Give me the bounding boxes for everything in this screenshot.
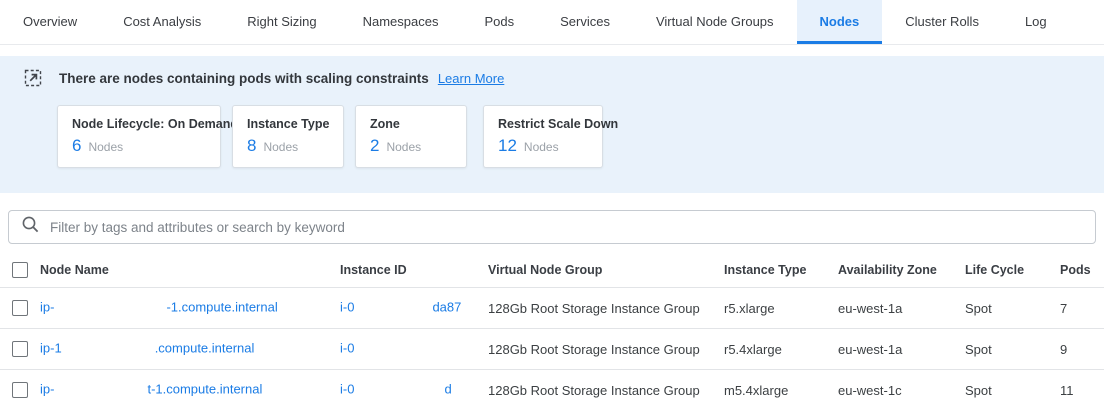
pods-cell: 7	[1060, 301, 1104, 316]
constraint-card-instance-type[interactable]: Instance Type 8 Nodes	[232, 105, 344, 168]
table-row: ip-1.compute.internal i-0 128Gb Root Sto…	[0, 329, 1104, 370]
col-availability-zone: Availability Zone	[838, 263, 965, 277]
filter-search-bar	[8, 210, 1096, 244]
instance-id-link[interactable]: i-0d	[340, 380, 488, 400]
tab-bar: Overview Cost Analysis Right Sizing Name…	[0, 0, 1104, 45]
instance-type-cell: r5.xlarge	[724, 301, 838, 316]
pods-cell: 9	[1060, 342, 1104, 357]
search-icon	[21, 215, 50, 239]
row-checkbox[interactable]	[12, 300, 28, 316]
tab-right-sizing[interactable]: Right Sizing	[224, 0, 339, 44]
tab-nodes[interactable]: Nodes	[797, 0, 883, 44]
constraint-card-zone[interactable]: Zone 2 Nodes	[355, 105, 467, 168]
availability-zone-cell: eu-west-1a	[838, 342, 965, 357]
row-checkbox[interactable]	[12, 382, 28, 398]
card-title: Instance Type	[247, 117, 329, 131]
redacted-text	[354, 298, 432, 318]
nodes-table: Node Name Instance ID Virtual Node Group…	[0, 252, 1104, 404]
instance-id-link[interactable]: i-0	[340, 339, 488, 359]
redacted-text	[354, 380, 444, 400]
pods-cell: 11	[1060, 383, 1104, 398]
table-header: Node Name Instance ID Virtual Node Group…	[0, 252, 1104, 288]
card-count: 6	[72, 136, 81, 156]
redacted-text	[354, 339, 444, 359]
row-checkbox[interactable]	[12, 341, 28, 357]
tab-pods[interactable]: Pods	[461, 0, 537, 44]
redacted-text	[54, 298, 166, 318]
virtual-node-group-cell: 128Gb Root Storage Instance Group	[488, 342, 724, 357]
redacted-text	[54, 380, 147, 400]
card-count: 8	[247, 136, 256, 156]
table-row: ip--1.compute.internal i-0da87 128Gb Roo…	[0, 288, 1104, 329]
card-count: 12	[498, 136, 517, 156]
constraint-card-node-lifecycle[interactable]: Node Lifecycle: On Demand 6 Nodes	[57, 105, 221, 168]
life-cycle-cell: Spot	[965, 383, 1060, 398]
tab-namespaces[interactable]: Namespaces	[340, 0, 462, 44]
col-node-name: Node Name	[40, 263, 340, 277]
tab-cluster-rolls[interactable]: Cluster Rolls	[882, 0, 1002, 44]
scaling-constraints-banner: There are nodes containing pods with sca…	[0, 56, 1104, 193]
virtual-node-group-cell: 128Gb Root Storage Instance Group	[488, 301, 724, 316]
card-unit: Nodes	[88, 140, 123, 154]
search-input[interactable]	[50, 220, 1083, 235]
col-instance-type: Instance Type	[724, 263, 838, 277]
card-count: 2	[370, 136, 379, 156]
col-pods: Pods	[1060, 263, 1104, 277]
redacted-text	[62, 339, 155, 359]
constraint-card-restrict-scale-down[interactable]: Restrict Scale Down 12 Nodes	[483, 105, 603, 168]
tab-cost-analysis[interactable]: Cost Analysis	[100, 0, 224, 44]
card-title: Zone	[370, 117, 452, 131]
card-unit: Nodes	[263, 140, 298, 154]
learn-more-link[interactable]: Learn More	[438, 71, 504, 86]
instance-type-cell: m5.4xlarge	[724, 383, 838, 398]
instance-type-cell: r5.4xlarge	[724, 342, 838, 357]
col-virtual-node-group: Virtual Node Group	[488, 263, 724, 277]
tab-overview[interactable]: Overview	[0, 0, 100, 44]
instance-id-link[interactable]: i-0da87	[340, 298, 488, 318]
node-name-link[interactable]: ip--1.compute.internal	[40, 298, 340, 318]
availability-zone-cell: eu-west-1c	[838, 383, 965, 398]
node-name-link[interactable]: ip-1.compute.internal	[40, 339, 340, 359]
availability-zone-cell: eu-west-1a	[838, 301, 965, 316]
virtual-node-group-cell: 128Gb Root Storage Instance Group	[488, 383, 724, 398]
col-instance-id: Instance ID	[340, 263, 488, 277]
card-unit: Nodes	[524, 140, 559, 154]
card-unit: Nodes	[386, 140, 421, 154]
life-cycle-cell: Spot	[965, 342, 1060, 357]
constraint-cards: Node Lifecycle: On Demand 6 Nodes Instan…	[57, 105, 1080, 168]
node-name-link[interactable]: ip-t-1.compute.internal	[40, 380, 340, 400]
banner-message-row: There are nodes containing pods with sca…	[24, 65, 1080, 91]
scale-out-icon	[24, 69, 42, 87]
tab-log[interactable]: Log	[1002, 0, 1070, 44]
tab-services[interactable]: Services	[537, 0, 633, 44]
col-life-cycle: Life Cycle	[965, 263, 1060, 277]
card-title: Restrict Scale Down	[498, 117, 588, 131]
life-cycle-cell: Spot	[965, 301, 1060, 316]
card-title: Node Lifecycle: On Demand	[72, 117, 206, 131]
select-all-checkbox[interactable]	[12, 262, 28, 278]
tab-virtual-node-groups[interactable]: Virtual Node Groups	[633, 0, 797, 44]
table-row: ip-t-1.compute.internal i-0d 128Gb Root …	[0, 370, 1104, 404]
banner-message: There are nodes containing pods with sca…	[59, 71, 429, 86]
